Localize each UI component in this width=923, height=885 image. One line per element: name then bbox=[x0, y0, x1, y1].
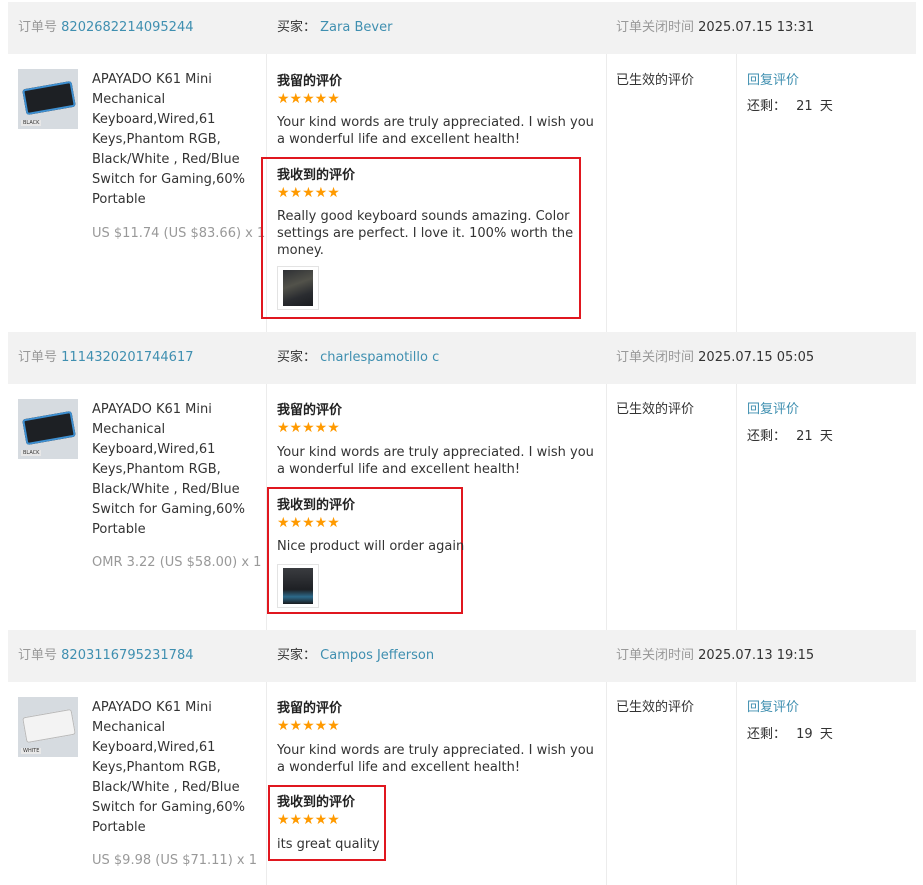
days-remaining: 还剩： 21 天 bbox=[747, 425, 833, 444]
order-card: 订单号 8202682214095244 买家： Zara Bever 订单关闭… bbox=[8, 2, 916, 332]
received-review-text: Really good keyboard sounds amazing. Col… bbox=[277, 209, 574, 258]
order-header: 订单号 1114320201744617 买家： charlespamotill… bbox=[8, 332, 916, 384]
reply-review-link[interactable]: 回复评价 bbox=[747, 696, 799, 715]
received-review-stars: ★★★★★ bbox=[277, 812, 340, 828]
review-status: 已生效的评价 bbox=[616, 73, 695, 88]
close-time-label: 订单关闭时间 bbox=[616, 20, 695, 35]
reply-review-link[interactable]: 回复评价 bbox=[747, 398, 799, 417]
buyer-label: 买家： bbox=[277, 350, 317, 365]
product-price: OMR 3.22 (US $58.00) x 1 bbox=[92, 555, 262, 570]
order-number-link[interactable]: 1114320201744617 bbox=[61, 350, 193, 365]
order-header: 订单号 8202682214095244 买家： Zara Bever 订单关闭… bbox=[8, 2, 916, 54]
remaining-days-value: 19 bbox=[796, 727, 813, 742]
received-review-label: 我收到的评价 bbox=[277, 795, 356, 810]
close-time-label: 订单关闭时间 bbox=[616, 648, 695, 663]
review-photo-image bbox=[283, 568, 313, 604]
product-thumbnail[interactable]: BLACK bbox=[18, 399, 78, 459]
product-title[interactable]: APAYADO K61 Mini Mechanical Keyboard,Wir… bbox=[92, 698, 252, 838]
days-remaining: 还剩： 19 天 bbox=[747, 723, 833, 742]
review-status: 已生效的评价 bbox=[616, 700, 695, 715]
buyer-name-link[interactable]: Campos Jefferson bbox=[320, 648, 434, 663]
order-card: 订单号 1114320201744617 买家： charlespamotill… bbox=[8, 332, 916, 630]
product-price: US $11.74 (US $83.66) x 1 bbox=[92, 226, 266, 241]
received-review-label: 我收到的评价 bbox=[277, 498, 356, 513]
order-number-field: 订单号 8202682214095244 bbox=[18, 2, 194, 54]
column-divider bbox=[736, 682, 737, 885]
order-number-label: 订单号 bbox=[18, 648, 58, 663]
reply-review-link[interactable]: 回复评价 bbox=[747, 69, 799, 88]
review-photo-thumbnail[interactable] bbox=[277, 564, 319, 608]
order-body: BLACK APAYADO K61 Mini Mechanical Keyboa… bbox=[8, 384, 916, 630]
remaining-days-unit: 天 bbox=[819, 99, 833, 114]
order-number-link[interactable]: 8203116795231784 bbox=[61, 648, 193, 663]
order-number-link[interactable]: 8202682214095244 bbox=[61, 20, 193, 35]
days-remaining: 还剩： 21 天 bbox=[747, 95, 833, 114]
product-title[interactable]: APAYADO K61 Mini Mechanical Keyboard,Wir… bbox=[92, 400, 252, 540]
received-review-stars: ★★★★★ bbox=[277, 515, 340, 531]
order-card: 订单号 8203116795231784 买家： Campos Jefferso… bbox=[8, 630, 916, 885]
my-review-label: 我留的评价 bbox=[277, 403, 343, 418]
received-review-text: Nice product will order again bbox=[277, 539, 465, 554]
order-number-label: 订单号 bbox=[18, 20, 58, 35]
buyer-field: 买家： Zara Bever bbox=[277, 2, 392, 54]
buyer-field: 买家： charlespamotillo c bbox=[277, 332, 439, 384]
close-time-field: 订单关闭时间 2025.07.15 05:05 bbox=[616, 332, 814, 384]
order-number-label: 订单号 bbox=[18, 350, 58, 365]
product-price: US $9.98 (US $71.11) x 1 bbox=[92, 853, 258, 868]
received-review-label: 我收到的评价 bbox=[277, 168, 356, 183]
remaining-days-value: 21 bbox=[796, 429, 813, 444]
remaining-days-unit: 天 bbox=[819, 727, 833, 742]
column-divider bbox=[736, 384, 737, 630]
remaining-label: 还剩： bbox=[747, 99, 787, 114]
close-time-label: 订单关闭时间 bbox=[616, 350, 695, 365]
my-review-label: 我留的评价 bbox=[277, 74, 343, 89]
product-thumbnail[interactable]: WHITE bbox=[18, 697, 78, 757]
thumbnail-tag: WHITE bbox=[21, 748, 42, 754]
my-review-text: Your kind words are truly appreciated. I… bbox=[277, 743, 594, 775]
keyboard-image bbox=[22, 410, 76, 446]
review-photo-thumbnail[interactable] bbox=[277, 266, 319, 310]
product-title[interactable]: APAYADO K61 Mini Mechanical Keyboard,Wir… bbox=[92, 70, 252, 210]
received-review-stars: ★★★★★ bbox=[277, 185, 340, 201]
close-time-value: 2025.07.15 13:31 bbox=[698, 20, 815, 35]
my-review-label: 我留的评价 bbox=[277, 701, 343, 716]
remaining-label: 还剩： bbox=[747, 727, 787, 742]
thumbnail-tag: BLACK bbox=[21, 450, 42, 456]
keyboard-image bbox=[22, 80, 76, 116]
order-number-field: 订单号 1114320201744617 bbox=[18, 332, 194, 384]
buyer-name-link[interactable]: charlespamotillo c bbox=[320, 350, 439, 365]
buyer-label: 买家： bbox=[277, 648, 317, 663]
buyer-name-link[interactable]: Zara Bever bbox=[320, 20, 392, 35]
review-column: 我留的评价 ★★★★★ Your kind words are truly ap… bbox=[268, 682, 607, 885]
order-body: WHITE APAYADO K61 Mini Mechanical Keyboa… bbox=[8, 682, 916, 885]
close-time-value: 2025.07.13 19:15 bbox=[698, 648, 815, 663]
remaining-days-value: 21 bbox=[796, 99, 813, 114]
close-time-field: 订单关闭时间 2025.07.15 13:31 bbox=[616, 2, 814, 54]
close-time-value: 2025.07.15 05:05 bbox=[698, 350, 815, 365]
my-review-stars: ★★★★★ bbox=[277, 718, 340, 734]
close-time-field: 订单关闭时间 2025.07.13 19:15 bbox=[616, 630, 814, 682]
product-thumbnail[interactable]: BLACK bbox=[18, 69, 78, 129]
keyboard-image bbox=[22, 708, 76, 744]
my-review-text: Your kind words are truly appreciated. I… bbox=[277, 115, 594, 147]
received-review-text: its great quality bbox=[277, 837, 380, 852]
review-status: 已生效的评价 bbox=[616, 402, 695, 417]
my-review-stars: ★★★★★ bbox=[277, 420, 340, 436]
thumbnail-tag: BLACK bbox=[21, 120, 42, 126]
my-review-text: Your kind words are truly appreciated. I… bbox=[277, 445, 594, 477]
column-divider bbox=[736, 54, 737, 332]
buyer-label: 买家： bbox=[277, 20, 317, 35]
review-column: 我留的评价 ★★★★★ Your kind words are truly ap… bbox=[267, 384, 607, 630]
buyer-field: 买家： Campos Jefferson bbox=[277, 630, 434, 682]
my-review-stars: ★★★★★ bbox=[277, 91, 340, 107]
order-body: BLACK APAYADO K61 Mini Mechanical Keyboa… bbox=[8, 54, 916, 332]
remaining-label: 还剩： bbox=[747, 429, 787, 444]
review-column: 我留的评价 ★★★★★ Your kind words are truly ap… bbox=[261, 54, 607, 332]
order-number-field: 订单号 8203116795231784 bbox=[18, 630, 194, 682]
order-header: 订单号 8203116795231784 买家： Campos Jefferso… bbox=[8, 630, 916, 682]
remaining-days-unit: 天 bbox=[819, 429, 833, 444]
column-divider bbox=[266, 682, 267, 885]
review-photo-image bbox=[283, 270, 313, 306]
